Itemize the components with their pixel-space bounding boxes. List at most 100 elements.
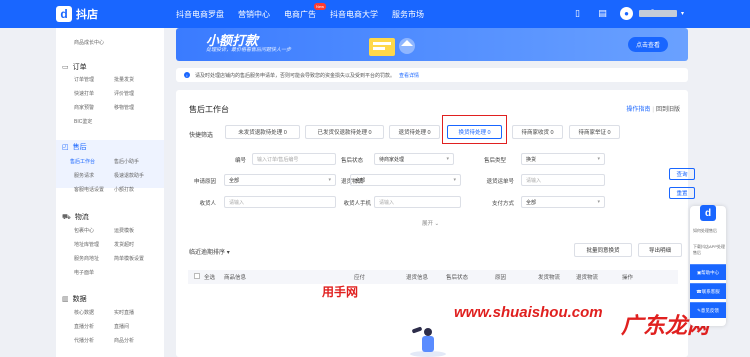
sidebar-item[interactable]: 服务商地址 xyxy=(74,255,99,262)
sidebar-item-aftersale-workbench[interactable]: 售后工作台 xyxy=(70,158,95,165)
sidebar-item[interactable]: 移物管理 xyxy=(114,104,134,111)
sidebar-item[interactable]: 商家预警 xyxy=(74,104,94,111)
expand-toggle[interactable]: 展开 ⌄ xyxy=(422,219,439,227)
notice-detail-link[interactable]: 查看详情 xyxy=(399,72,419,79)
sidebar-item[interactable]: 包裹中心 xyxy=(74,227,94,234)
sidebar-item[interactable]: 代播分析 xyxy=(74,337,94,344)
select-all-checkbox[interactable] xyxy=(194,273,200,279)
chart-icon: ▥ xyxy=(62,296,69,303)
sort-dropdown[interactable]: 临近逾期排序 ▾ xyxy=(189,247,230,256)
chevron-down-icon: ⌄ xyxy=(434,221,440,227)
chip-await-evidence[interactable]: 待商家举证 0 xyxy=(569,125,620,139)
sidebar-item[interactable]: 运费模板 xyxy=(114,227,134,234)
button-label: 联系客服 xyxy=(701,288,720,294)
select-value: 换货 xyxy=(526,156,537,163)
nav-ads[interactable]: 电商广告 New xyxy=(284,2,326,20)
app-logo[interactable]: d 抖店 xyxy=(56,6,98,22)
sidebar: 商品成长中心 ▭ 订单 订单管理 批量发货 快速打单 评价管理 商家预警 移物管理… xyxy=(56,28,164,357)
column-header: 退货物流 xyxy=(576,275,599,281)
sidebar-item[interactable]: 发货超时 xyxy=(114,241,134,248)
sidebar-item[interactable]: 客服电话设置 xyxy=(74,186,104,193)
select-value: 全部 xyxy=(355,177,366,184)
sidebar-item[interactable]: BIC鉴定 xyxy=(74,118,92,125)
sidebar-group-aftersale[interactable]: ◰ 售后 xyxy=(62,142,87,152)
reset-button[interactable]: 重置 xyxy=(669,187,695,199)
sidebar-item[interactable]: 极速退款助手 xyxy=(114,172,144,179)
avatar: ● xyxy=(620,7,633,20)
chevron-down-icon: ▾ xyxy=(453,177,456,183)
sidebar-item[interactable]: 直播间 xyxy=(114,323,129,330)
back-to-old-link[interactable]: 回到旧版 xyxy=(656,107,680,113)
help-center-button[interactable]: ▣ 帮助中心 xyxy=(690,264,726,280)
column-header: 原因 xyxy=(495,275,507,281)
empty-state-illustration-icon xyxy=(410,326,446,357)
nav-university[interactable]: 抖音电商大学 xyxy=(330,9,378,20)
user-menu[interactable]: ● ▾ xyxy=(620,7,684,20)
sidebar-item[interactable]: 评价管理 xyxy=(114,90,134,97)
receiver-input[interactable]: 请输入 xyxy=(224,196,336,208)
chip-shipped-refund[interactable]: 已发货仅退款待处理 0 xyxy=(305,125,384,139)
sidebar-item[interactable]: 批量发货 xyxy=(114,76,134,83)
header-links: 操作指南 | 回到旧版 xyxy=(626,104,680,113)
sidebar-item[interactable]: 订单管理 xyxy=(74,76,94,83)
pay-method-select[interactable]: 全部 ▾ xyxy=(521,196,605,208)
order-icon: ▭ xyxy=(62,64,69,71)
download-text[interactable]: 下载抖店APP处理售后 xyxy=(693,244,725,256)
sidebar-group-label: 数据 xyxy=(72,296,87,303)
sidebar-item[interactable]: 简单模板设置 xyxy=(114,255,144,262)
batch-agree-exchange-button[interactable]: 批量同意换货 xyxy=(574,243,632,257)
sidebar-group-data[interactable]: ▥ 数据 xyxy=(62,294,87,304)
export-button[interactable]: 导出明细 xyxy=(638,243,682,257)
return-tracking-input[interactable]: 请输入 xyxy=(521,174,605,186)
nav-compass[interactable]: 抖音电商罗盘 xyxy=(176,9,224,20)
receiver-label: 收货人 xyxy=(199,201,216,207)
sidebar-item[interactable]: 核心数据 xyxy=(74,309,94,316)
query-button[interactable]: 查询 xyxy=(669,168,695,180)
column-header: 商品信息 xyxy=(224,275,247,281)
nav-service-market[interactable]: 服务市场 xyxy=(392,9,424,20)
apply-reason-select[interactable]: 全部 ▾ xyxy=(224,174,336,186)
button-label: 意见反馈 xyxy=(700,307,719,313)
divider: | xyxy=(652,107,654,113)
document-icon[interactable]: ▤ xyxy=(597,8,608,19)
aftersale-type-select[interactable]: 换货 ▾ xyxy=(521,153,605,165)
feedback-button[interactable]: ✎ 意见反馈 xyxy=(690,302,726,318)
sidebar-item[interactable]: 商品成长中心 xyxy=(74,39,104,46)
banner-view-button[interactable]: 点击查看 xyxy=(627,37,668,52)
sidebar-item[interactable]: 电子面单 xyxy=(74,269,94,276)
sidebar-item[interactable]: 小额打款 xyxy=(114,186,134,193)
watermark-url: www.shuaishou.com xyxy=(454,304,603,321)
sidebar-group-orders[interactable]: ▭ 订单 xyxy=(62,62,87,72)
promo-banner[interactable]: 小额打款 处理投诉，最价格看售后问题快人一步 点击查看 xyxy=(176,28,688,61)
column-header: 全选 xyxy=(204,275,216,281)
quick-filter-label: 快捷筛选 xyxy=(189,133,214,139)
watermark-text: 用手网 xyxy=(322,285,359,299)
sidebar-item[interactable]: 售后小助手 xyxy=(114,158,139,165)
sidebar-item[interactable]: 实时直播 xyxy=(114,309,134,316)
notice-text: 请及时处理店铺内的售后服务申请单，否则可能会导致您的资金损失以及受到平台的罚款。 xyxy=(195,72,396,79)
nav-marketing[interactable]: 营销中心 xyxy=(238,9,270,20)
chip-unshipped-refund[interactable]: 未发货退款待处理 0 xyxy=(225,125,300,139)
sidebar-item[interactable]: 商品分析 xyxy=(114,337,134,344)
info-icon: i xyxy=(184,72,190,78)
return-tracking-label: 退货运单号 xyxy=(486,179,514,185)
receiver-phone-input[interactable]: 请输入 xyxy=(374,196,461,208)
return-logistics-select[interactable]: 全部 ▾ xyxy=(350,174,461,186)
aftersale-icon: ◰ xyxy=(62,144,69,151)
sidebar-item[interactable]: 直播分析 xyxy=(74,323,94,330)
aftersale-status-select[interactable]: 待商家处理 ▾ xyxy=(374,153,454,165)
guide-link[interactable]: 操作指南 xyxy=(626,107,650,113)
sidebar-item[interactable]: 服务请求 xyxy=(74,172,94,179)
page-title: 售后工作台 xyxy=(189,105,229,114)
sidebar-item[interactable]: 快速打单 xyxy=(74,90,94,97)
chip-await-receive[interactable]: 待商家收货 0 xyxy=(512,125,563,139)
column-header: 应付 xyxy=(354,275,366,281)
mobile-icon[interactable]: ▯ xyxy=(572,8,583,19)
help-text[interactable]: 如何处理售后 xyxy=(693,228,725,234)
chevron-down-icon: ▾ xyxy=(226,250,230,256)
sidebar-item[interactable]: 地址库管理 xyxy=(74,241,99,248)
sidebar-group-logistics[interactable]: ⛟ 物流 xyxy=(62,212,89,222)
contact-service-button[interactable]: ☎ 联系客服 xyxy=(690,283,726,299)
chevron-down-icon: ▾ xyxy=(597,199,600,205)
chip-return-pending[interactable]: 退货待处理 0 xyxy=(389,125,440,139)
